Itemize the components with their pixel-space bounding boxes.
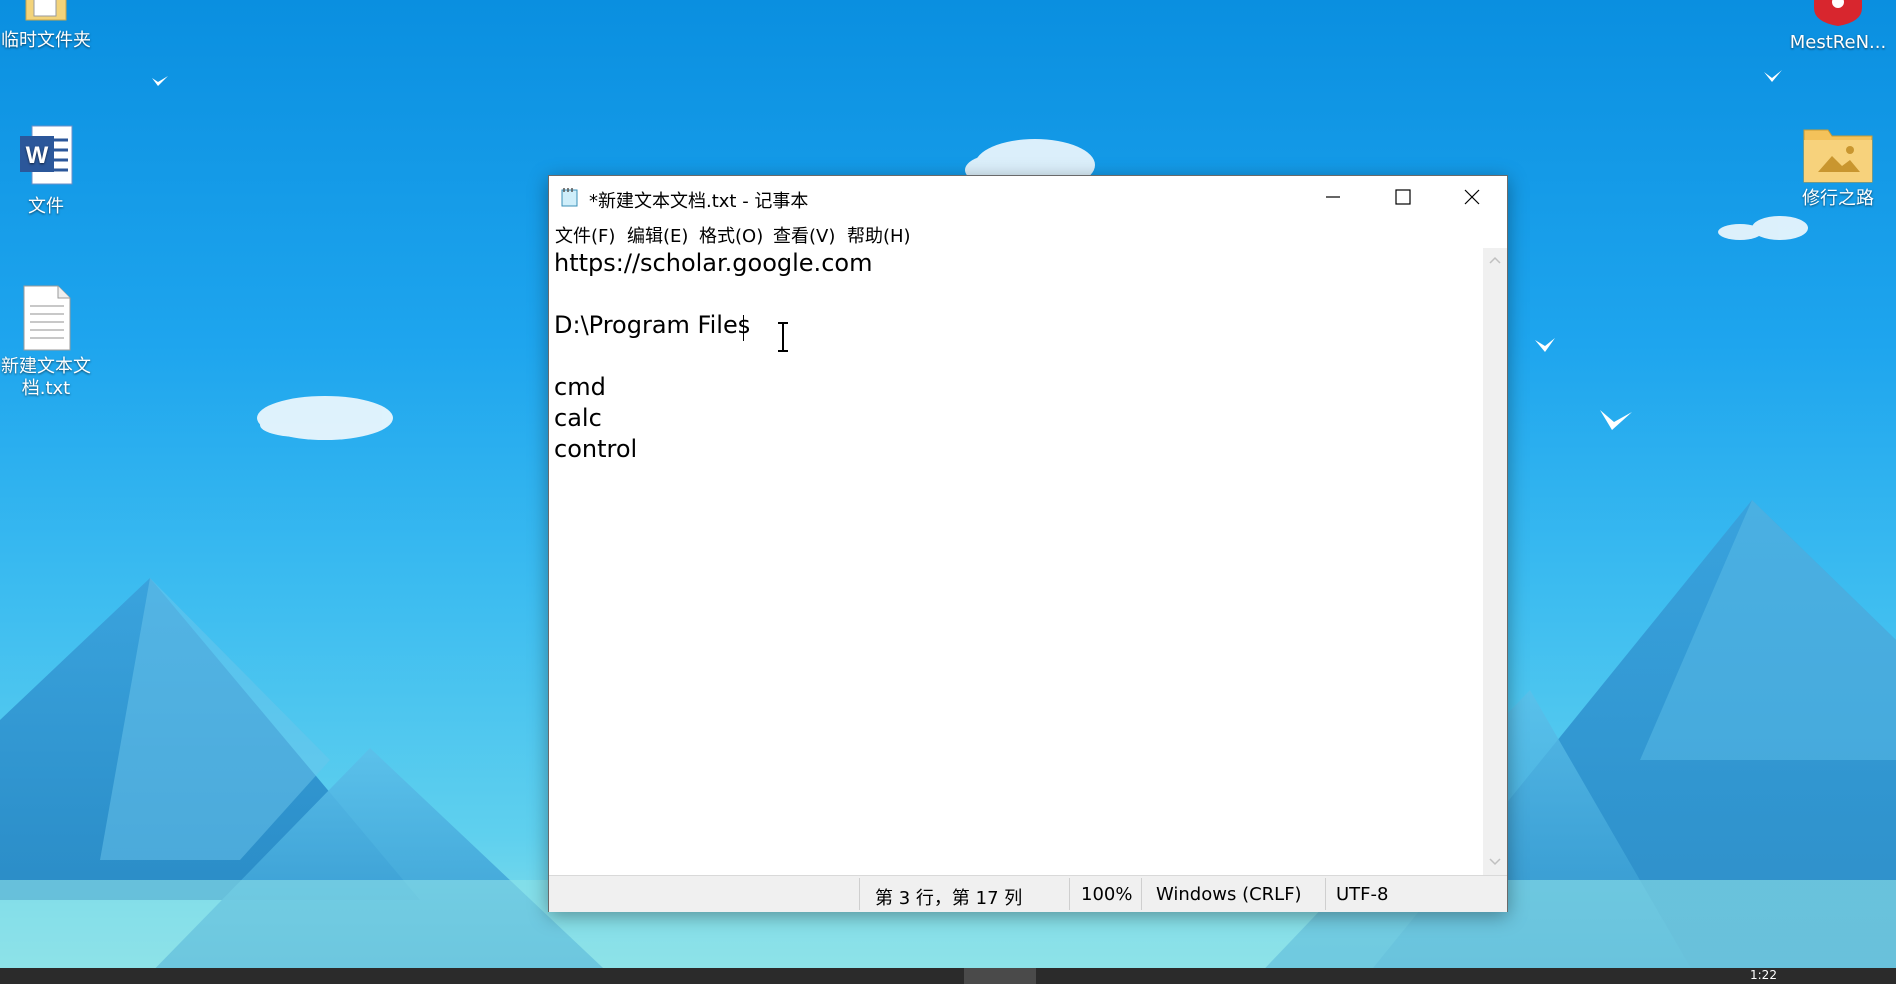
desktop-icon-label-line1: 新建文本文 xyxy=(1,356,91,377)
menu-view[interactable]: 查看(V) xyxy=(773,222,835,248)
minimize-icon xyxy=(1326,196,1340,198)
desktop-icon-temp-folder[interactable]: 临时文件夹 xyxy=(0,0,96,52)
desktop-icon-pictures-folder[interactable]: 修行之路 xyxy=(1788,124,1888,210)
scroll-up-icon[interactable] xyxy=(1489,256,1501,264)
taskbar-active-app[interactable] xyxy=(964,968,1036,984)
text-line: calc xyxy=(554,404,602,432)
menu-bar: 文件(F) 编辑(E) 格式(O) 查看(V) 帮助(H) xyxy=(549,218,1507,248)
close-icon xyxy=(1464,189,1480,205)
window-title: *新建文本文档.txt - 记事本 xyxy=(589,191,809,212)
desktop-icon-word-file[interactable]: W 文件 xyxy=(0,122,96,218)
taskbar[interactable] xyxy=(0,968,1896,984)
status-separator xyxy=(1069,878,1070,910)
menu-edit[interactable]: 编辑(E) xyxy=(627,222,688,248)
desktop-icon-mestrenova[interactable]: MestReN... xyxy=(1788,0,1888,54)
word-document-icon: W xyxy=(20,125,73,185)
scroll-down-icon[interactable] xyxy=(1489,858,1501,866)
desktop-icon-label: 临时文件夹 xyxy=(1,30,91,51)
pictures-folder-icon xyxy=(1803,129,1873,183)
notepad-window[interactable]: *新建文本文档.txt - 记事本 文件(F) 编辑(E) 格式(O) 查看(V… xyxy=(548,175,1508,912)
vertical-scrollbar[interactable] xyxy=(1483,248,1507,875)
text-line: control xyxy=(554,435,638,463)
status-line-ending: Windows (CRLF) xyxy=(1156,884,1302,905)
menu-format[interactable]: 格式(O) xyxy=(699,222,763,248)
status-separator xyxy=(859,878,860,910)
folder-icon xyxy=(25,0,67,21)
maximize-button[interactable] xyxy=(1367,176,1437,218)
desktop-icon-label: MestReN... xyxy=(1789,32,1887,53)
ibeam-cursor-icon xyxy=(778,322,788,352)
svg-text:W: W xyxy=(26,142,49,169)
desktop-icon-text-file[interactable]: 新建文本文 档.txt xyxy=(0,284,96,400)
status-bar: 第 3 行，第 17 列 100% Windows (CRLF) UTF-8 xyxy=(549,875,1507,912)
status-cursor-position: 第 3 行，第 17 列 xyxy=(875,888,1023,909)
maximize-icon xyxy=(1395,189,1411,205)
desktop-icon-label: 修行之路 xyxy=(1802,188,1874,209)
text-document-icon xyxy=(23,285,71,351)
text-line: D:\Program Files xyxy=(554,311,751,339)
text-editor[interactable]: https://scholar.google.com D:\Program Fi… xyxy=(549,248,1483,875)
menu-help[interactable]: 帮助(H) xyxy=(847,222,911,248)
desktop-icon-label-line2: 档.txt xyxy=(21,378,71,399)
mestrenova-icon xyxy=(1814,0,1862,26)
text-line: cmd xyxy=(554,373,606,401)
status-encoding: UTF-8 xyxy=(1336,884,1389,905)
status-separator xyxy=(1325,878,1326,910)
notepad-icon xyxy=(561,188,578,207)
desktop-icon-label: 文件 xyxy=(28,196,64,217)
status-separator xyxy=(1141,878,1142,910)
close-button[interactable] xyxy=(1437,176,1507,218)
taskbar-clock[interactable]: 1:22 xyxy=(1750,968,1777,982)
minimize-button[interactable] xyxy=(1297,176,1367,218)
text-line: https://scholar.google.com xyxy=(554,249,873,277)
title-bar[interactable]: *新建文本文档.txt - 记事本 xyxy=(549,176,1507,218)
status-zoom: 100% xyxy=(1081,884,1133,905)
menu-file[interactable]: 文件(F) xyxy=(555,222,615,248)
text-caret xyxy=(743,315,744,341)
